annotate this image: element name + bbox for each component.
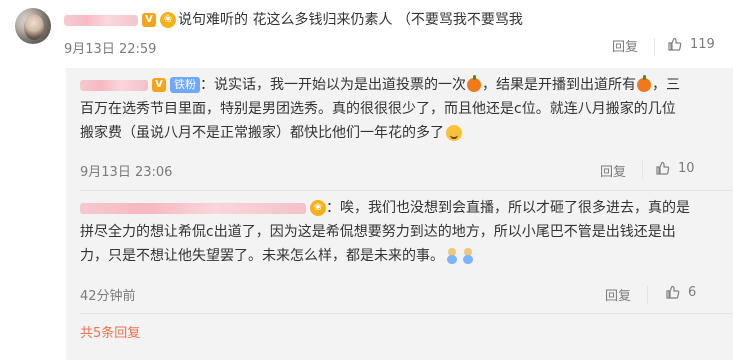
vip-badge-icon: V (142, 13, 156, 27)
comment-text: 说句难听的 花这么多钱归来仍素人 （不要骂我不要骂我 (178, 12, 523, 28)
avatar[interactable] (15, 8, 51, 44)
thumbs-up-icon (654, 160, 670, 176)
thumbs-up-icon (664, 284, 680, 300)
like-button[interactable]: 6 (664, 284, 696, 300)
reply-button[interactable]: 回复 (605, 285, 631, 304)
comment-text-row: V ❀ 说句难听的 花这么多钱归来仍素人 （不要骂我不要骂我 (64, 10, 523, 30)
divider (80, 313, 733, 314)
reply-text: ，结果是开播到出道所有 (482, 77, 636, 93)
likes-count: 10 (678, 160, 695, 176)
reply-button[interactable]: 回复 (600, 161, 626, 180)
cheer-emoji-icon (462, 248, 474, 264)
cheer-emoji-icon (446, 248, 458, 264)
reply-item: ❀ ：唉，我们也没想到会直播，所以才砸了很多进去，真的是拼尽全力的想让希侃c出道了… (80, 196, 690, 268)
vip-badge-icon: V (152, 78, 166, 92)
view-all-replies-link[interactable]: 共5条回复 (80, 322, 140, 341)
orange-emoji-icon (637, 75, 651, 92)
thumbs-up-icon (666, 36, 682, 52)
reply-date: 9月13日 23:06 (80, 165, 173, 180)
comment-thread: V ❀ 说句难听的 花这么多钱归来仍素人 （不要骂我不要骂我 9月13日 22:… (0, 0, 733, 360)
reply-text: ：说实话，我一开始以为是出道投票的一次 (200, 77, 466, 93)
laugh-cry-emoji-icon (446, 125, 462, 141)
likes-count: 119 (690, 36, 715, 52)
fan-badge-icon: 铁粉 (170, 77, 200, 93)
like-button[interactable]: 119 (666, 36, 715, 52)
divider (80, 190, 733, 191)
pet-badge-icon: ❀ (310, 200, 326, 216)
reply-date: 42分钟前 (80, 289, 136, 304)
pet-badge-icon: ❀ (160, 12, 176, 28)
commenter-name-blurred[interactable] (64, 14, 138, 26)
reply-author-blurred[interactable] (80, 202, 306, 214)
divider (642, 161, 643, 179)
orange-emoji-icon (467, 75, 481, 92)
reply-author-blurred[interactable] (80, 79, 148, 91)
divider (647, 286, 648, 304)
divider (654, 38, 655, 56)
reply-button[interactable]: 回复 (612, 36, 638, 55)
comment-date: 9月13日 22:59 (64, 42, 157, 57)
likes-count: 6 (688, 284, 697, 300)
like-button[interactable]: 10 (654, 160, 695, 176)
reply-item: V 铁粉 ：说实话，我一开始以为是出道投票的一次 ，结果是开播到出道所有 ，三百万在选秀… (80, 73, 680, 145)
